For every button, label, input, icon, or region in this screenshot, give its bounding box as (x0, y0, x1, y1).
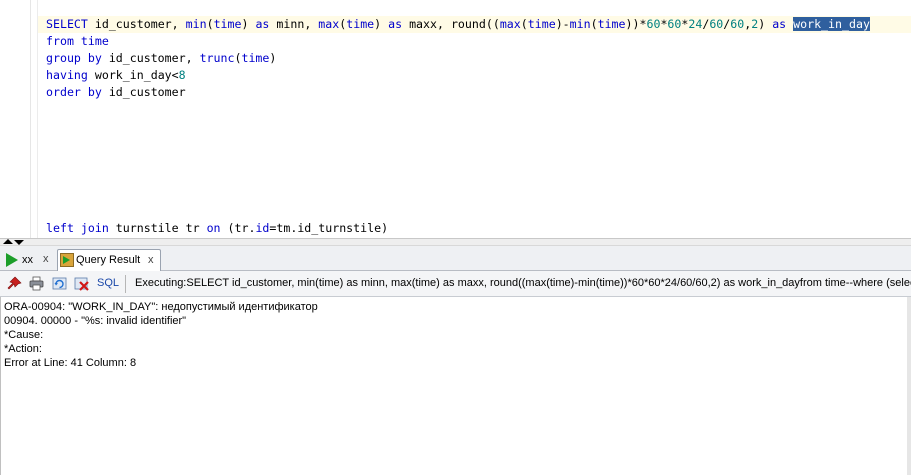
tab-query-result[interactable]: Query Result x (57, 249, 161, 271)
output-line: Error at Line: 41 Column: 8 (4, 357, 137, 369)
delete-icon[interactable] (74, 276, 89, 291)
collapse-down-icon[interactable] (14, 240, 24, 245)
code-token: )- (555, 17, 570, 31)
collapse-up-icon[interactable] (3, 239, 13, 244)
code-token: (tr. (220, 221, 256, 235)
tab-xx-label: xx (22, 254, 33, 266)
code-token: on (206, 221, 221, 235)
query-output-panel[interactable]: ORA-00904: "WORK_IN_DAY": недопустимый и… (0, 297, 911, 475)
code-token: order by (46, 85, 102, 99)
tab-xx[interactable]: xx x (2, 249, 56, 271)
results-toolbar: SQL Executing:SELECT id_customer, min(ti… (0, 271, 911, 297)
code-token: left join (46, 221, 109, 235)
code-token: min (185, 17, 207, 31)
panel-splitter[interactable] (0, 238, 911, 246)
output-line: *Action: (4, 343, 42, 355)
code-line-6[interactable]: left join turnstile tr on (tr.id=tm.id_t… (46, 220, 388, 237)
code-token: max (499, 17, 521, 31)
code-token: SELECT (46, 17, 88, 31)
toolbar-separator (125, 275, 126, 293)
code-line-1[interactable]: SELECT id_customer, min(time) as minn, m… (38, 16, 911, 33)
code-token: ( (590, 17, 598, 31)
query-result-icon (60, 253, 74, 267)
code-token: time (597, 17, 626, 31)
tab-query-result-label: Query Result (76, 254, 141, 266)
code-token: time (346, 17, 375, 31)
code-token: as (388, 17, 403, 31)
code-token: group by (46, 51, 102, 65)
code-token: time (241, 51, 270, 65)
code-token: min (569, 17, 591, 31)
code-token: trunc (199, 51, 235, 65)
refresh-icon[interactable] (52, 276, 67, 291)
code-token: having (46, 68, 88, 82)
code-token: =tm.id_turnstile) (269, 221, 389, 235)
code-line-4[interactable]: having work_in_day<8 (46, 67, 186, 84)
code-token: id (255, 221, 270, 235)
code-token: 60 (709, 17, 724, 31)
code-token: 60 (646, 17, 661, 31)
code-token: time (527, 17, 556, 31)
code-token: 60 (730, 17, 745, 31)
code-token: as (772, 17, 787, 31)
sql-editor[interactable]: SELECT id_customer, min(time) as minn, m… (0, 0, 911, 238)
code-token: turnstile tr (108, 221, 207, 235)
pin-icon[interactable] (7, 276, 22, 291)
code-token: as (255, 17, 270, 31)
code-token: ))* (625, 17, 647, 31)
code-token: ) (374, 17, 389, 31)
output-line: ORA-00904: "WORK_IN_DAY": недопустимый и… (4, 301, 318, 313)
code-token: ) (269, 51, 277, 65)
tab-query-result-close-icon[interactable]: x (148, 250, 154, 270)
code-token: ( (520, 17, 528, 31)
code-line-2[interactable]: from time (46, 33, 109, 50)
selected-token: work_in_day (793, 17, 870, 31)
code-token: from (46, 34, 74, 48)
code-token: time (80, 34, 109, 48)
print-icon[interactable] (29, 276, 44, 291)
code-token: ) (758, 17, 773, 31)
tab-xx-close-icon[interactable]: x (43, 249, 49, 269)
code-token: 24 (688, 17, 703, 31)
sql-button[interactable]: SQL (97, 276, 119, 291)
code-token: minn, (269, 17, 319, 31)
code-token: time (213, 17, 242, 31)
code-token: 60 (667, 17, 682, 31)
editor-margin-line (37, 0, 38, 238)
code-token: 8 (178, 68, 186, 82)
output-scrollbar[interactable] (907, 297, 911, 475)
code-token: ) (241, 17, 256, 31)
code-token: id_customer (101, 85, 186, 99)
code-line-3[interactable]: group by id_customer, trunc(time) (46, 50, 276, 67)
output-line: *Cause: (4, 329, 44, 341)
code-token: id_customer, (101, 51, 200, 65)
run-icon (6, 253, 18, 267)
editor-gutter (0, 0, 31, 238)
code-token: maxx, round(( (402, 17, 500, 31)
code-token: work_in_day< (87, 68, 179, 82)
code-token: ( (206, 17, 214, 31)
code-token: max (318, 17, 340, 31)
results-tab-bar: xx x Query Result x (0, 246, 911, 271)
output-line: 00904. 00000 - "%s: invalid identifier" (4, 315, 187, 327)
executing-statement-text: Executing:SELECT id_customer, min(time) … (135, 277, 911, 289)
code-token: id_customer, (87, 17, 186, 31)
code-line-5[interactable]: order by id_customer (46, 84, 186, 101)
